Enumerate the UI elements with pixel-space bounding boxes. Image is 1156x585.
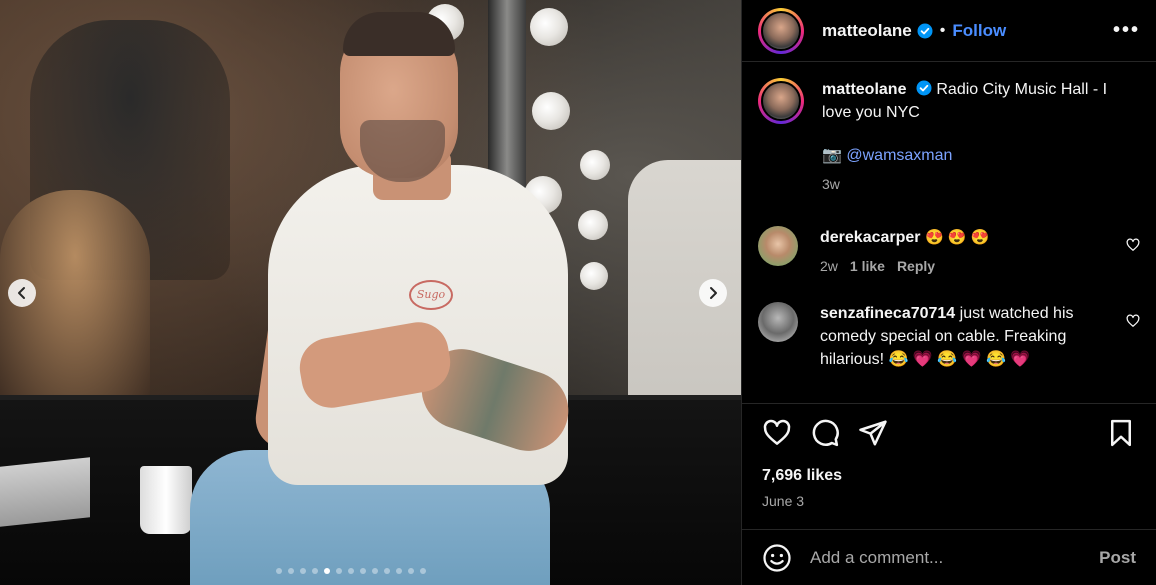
carousel-dot [324, 568, 330, 574]
comment-username[interactable]: derekacarper [820, 229, 921, 246]
carousel-dot [336, 568, 342, 574]
paper-cup [140, 466, 192, 534]
avatar [761, 10, 801, 51]
carousel-dot [396, 568, 402, 574]
save-icon[interactable] [1106, 418, 1136, 448]
shirt-logo: Sugo [409, 280, 453, 310]
carousel-next-button[interactable] [699, 279, 727, 307]
post-header: matteolane • Follow ••• [742, 0, 1156, 62]
comment-text: 😍 😍 😍 [924, 229, 990, 246]
avatar [761, 81, 801, 121]
carousel-dot [288, 568, 294, 574]
avatar[interactable] [758, 302, 798, 342]
follow-button[interactable]: Follow [952, 21, 1006, 41]
reply-button[interactable]: Reply [897, 255, 935, 278]
story-ring[interactable] [758, 7, 804, 54]
caption: matteolane Radio City Music Hall - I lov… [758, 78, 1140, 196]
carousel-dot [300, 568, 306, 574]
vanity-bulb [530, 8, 568, 46]
carousel-dot [276, 568, 282, 574]
shirt-logo-text: Sugo [416, 288, 446, 301]
post-photo[interactable]: Sugo [0, 0, 741, 585]
avatar[interactable] [758, 226, 798, 266]
like-comment-icon[interactable] [1126, 238, 1140, 252]
caption-meta: 3w [822, 173, 1140, 196]
comment: derekacarper 😍 😍 😍 2w 1 like Reply [758, 226, 1140, 278]
mention-link[interactable]: @wamsaxman [846, 147, 952, 164]
comments-list: matteolane Radio City Music Hall - I lov… [742, 62, 1156, 403]
carousel-dot [348, 568, 354, 574]
comment-icon[interactable] [810, 418, 840, 448]
caption-username[interactable]: matteolane [822, 81, 906, 98]
verified-badge-icon [917, 23, 933, 38]
carousel-indicator [276, 568, 426, 574]
carousel-dot [384, 568, 390, 574]
vanity-bulb [532, 92, 570, 130]
action-bar [742, 403, 1156, 461]
chevron-right-icon [710, 287, 717, 299]
camera-icon: 📷 [822, 147, 842, 164]
separator-dot: • [939, 21, 946, 39]
carousel-dot [312, 568, 318, 574]
comment-composer: Post [742, 529, 1156, 585]
vanity-bulb [578, 210, 608, 240]
post-author-username[interactable]: matteolane [822, 21, 912, 41]
like-icon[interactable] [762, 418, 792, 448]
tissue-box [0, 457, 90, 527]
verified-badge-icon [916, 80, 932, 96]
vanity-bulb [580, 150, 610, 180]
story-ring[interactable] [758, 78, 804, 124]
vanity-bulb [580, 262, 608, 290]
comment-username[interactable]: senzafineca70714 [820, 305, 955, 322]
post-side-panel: matteolane • Follow ••• matteolane Radio… [741, 0, 1156, 585]
post-date[interactable]: June 3 [742, 485, 1156, 509]
carousel-dot [420, 568, 426, 574]
caption-time[interactable]: 3w [822, 173, 840, 196]
more-options-icon[interactable]: ••• [1113, 19, 1140, 42]
comment-input[interactable] [810, 547, 1100, 568]
post-button[interactable]: Post [1099, 548, 1136, 568]
instagram-post-view: Sugo matteolane • Follow ••• matteolane … [0, 0, 1156, 585]
carousel-dot [408, 568, 414, 574]
caption-credit: 📷 @wamsaxman [822, 144, 1140, 167]
comment-likes[interactable]: 1 like [850, 255, 885, 278]
share-icon[interactable] [858, 418, 888, 448]
hair [343, 12, 455, 56]
carousel-prev-button[interactable] [8, 279, 36, 307]
comment-body: senzafineca70714 just watched his comedy… [820, 302, 1118, 371]
comment: senzafineca70714 just watched his comedy… [758, 302, 1140, 371]
likes-count[interactable]: 7,696 likes [742, 461, 1156, 485]
emoji-icon[interactable] [762, 543, 792, 573]
chevron-left-icon [18, 287, 25, 299]
carousel-dot [372, 568, 378, 574]
carousel-dot [360, 568, 366, 574]
like-comment-icon[interactable] [1126, 314, 1140, 328]
comment-time[interactable]: 2w [820, 255, 838, 278]
comment-meta: 2w 1 like Reply [820, 255, 1118, 278]
comment-body: derekacarper 😍 😍 😍 2w 1 like Reply [820, 226, 1118, 278]
caption-body: matteolane Radio City Music Hall - I lov… [822, 78, 1140, 196]
